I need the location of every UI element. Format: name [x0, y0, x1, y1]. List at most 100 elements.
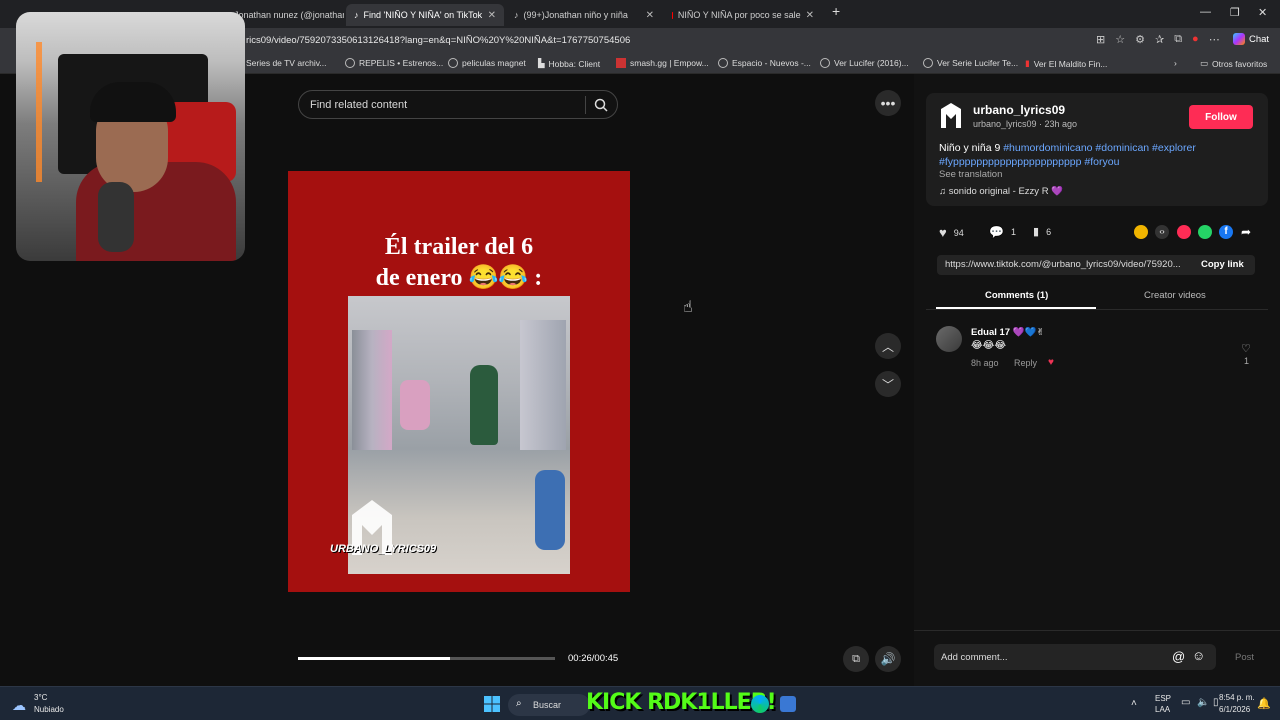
more-icon[interactable]: ⋯ [1209, 33, 1220, 46]
progress-fill [298, 657, 450, 660]
floating-player-icon[interactable]: ⧉ [843, 646, 869, 672]
comment-input[interactable]: Add comment... @ ☺ [934, 644, 1216, 670]
copy-link-button[interactable]: Copy link [1201, 259, 1244, 270]
mouse-cursor-icon: ☝ [683, 299, 693, 316]
search-input[interactable]: Find related content [298, 90, 618, 119]
more-options-icon[interactable]: ••• [875, 90, 901, 116]
restore-icon[interactable]: ❐ [1230, 6, 1240, 19]
new-tab-button[interactable]: + [832, 3, 840, 19]
bookmark-label: Ver El Maldito Fin... [1033, 58, 1108, 69]
whatsapp-icon[interactable] [1198, 225, 1212, 239]
see-translation-link[interactable]: See translation [939, 169, 1002, 180]
store-shelf [352, 330, 392, 450]
clock-time[interactable]: 8:54 p. m. [1219, 693, 1255, 702]
tab-tiktok-find[interactable]: ♪ Find 'NIÑO Y NIÑA' on TikTok ✕ [346, 4, 504, 26]
star-icon[interactable]: ☆ [1115, 33, 1125, 46]
bookmark-item[interactable]: peliculas magnet [448, 58, 526, 68]
network-icon[interactable]: ▭ [1181, 697, 1190, 708]
comment-author[interactable]: Edual 17 💜💙✌ [971, 327, 1044, 338]
windows-start-icon[interactable] [484, 696, 500, 712]
close-icon[interactable]: ✕ [646, 10, 654, 21]
store-icon[interactable] [780, 696, 796, 712]
close-icon[interactable]: ✕ [488, 10, 496, 21]
language-code[interactable]: ESP [1155, 694, 1171, 703]
close-icon[interactable]: ✕ [806, 10, 814, 21]
chevron-up-icon[interactable]: ︿ [875, 333, 901, 359]
video-progress-bar[interactable] [298, 657, 555, 660]
battery-icon[interactable]: ▯ [1213, 697, 1219, 708]
volume-icon[interactable]: 🔊 [875, 646, 901, 672]
hobba-icon: ▙ [538, 58, 545, 68]
like-button[interactable]: ♥ 94 [939, 225, 964, 240]
comment-like-icon[interactable]: ♡ [1241, 342, 1251, 355]
bookmark-item[interactable]: ▙ Hobba: Client [538, 58, 600, 69]
weather-temp[interactable]: 3°C [34, 693, 47, 702]
bookmark-label: REPELIS • Estrenos... [359, 58, 444, 68]
minimize-icon[interactable]: — [1200, 6, 1211, 18]
coin-icon[interactable] [1134, 225, 1148, 239]
mention-icon[interactable]: @ [1172, 649, 1185, 664]
apps-icon[interactable]: ⊞ [1096, 33, 1105, 46]
chevron-down-icon[interactable]: ﹀ [875, 371, 901, 397]
chevron-up-icon[interactable]: ˄ [1131, 698, 1137, 709]
bookmark-label: Otros favoritos [1212, 58, 1268, 69]
hashtag-link[interactable]: #humordominicano #dominican #explorer [1003, 142, 1196, 154]
search-icon[interactable] [594, 98, 608, 112]
emoji-icon[interactable]: ☺ [1192, 648, 1205, 663]
extensions-icon[interactable]: ⚙ [1135, 33, 1145, 46]
comment-text: 😂😂😂 [971, 340, 1007, 351]
tab-comments[interactable]: Comments (1) [985, 290, 1048, 301]
commenter-avatar[interactable] [936, 326, 962, 352]
tab-creator-videos[interactable]: Creator videos [1144, 290, 1206, 301]
favorites-icon[interactable]: ✰ [1155, 33, 1164, 46]
taskbar-search[interactable]: ⌕ Buscar [508, 694, 590, 716]
collections-icon[interactable]: ⧉ [1174, 33, 1182, 46]
post-comment-button[interactable]: Post [1235, 652, 1254, 663]
hashtag-link[interactable]: #fypppppppppppppppppppppp #foryou [939, 156, 1119, 168]
facebook-icon[interactable]: f [1219, 225, 1233, 239]
follow-button[interactable]: Follow [1189, 105, 1253, 129]
share-arrow-icon[interactable]: ➦ [1241, 225, 1251, 239]
person [535, 470, 565, 550]
tab-label: Jonathan nunez (@jonathan [234, 10, 344, 20]
globe-icon [923, 58, 933, 68]
tab-jonathan-nino[interactable]: ♪ (99+)Jonathan niño y niña ✕ [506, 4, 662, 26]
send-icon[interactable] [1177, 225, 1191, 239]
music-link[interactable]: ♫ sonido original - Ezzy R 💜 [939, 186, 1063, 197]
bookmark-item[interactable]: Series de TV archiv... [246, 58, 326, 68]
red-icon: ▮ [1025, 58, 1030, 68]
divider [914, 630, 1280, 631]
username[interactable]: urbano_lyrics09 [973, 103, 1065, 117]
notification-icon[interactable]: 🔔 [1257, 697, 1271, 710]
speaker-icon[interactable]: 🔈 [1197, 697, 1209, 708]
tab-label: NIÑO Y NIÑA por poco se sale [677, 10, 801, 20]
bookmark-item[interactable]: Ver Serie Lucifer Te... [923, 58, 1018, 68]
close-window-icon[interactable]: ✕ [1258, 6, 1267, 19]
comment-button[interactable]: 💬 1 [989, 225, 1016, 239]
embed-icon[interactable]: ‹› [1155, 225, 1169, 239]
url-text[interactable]: rics09/video/7592073350613126418?lang=en… [246, 35, 630, 46]
microphone [98, 182, 134, 252]
bookmark-item[interactable]: ▮ Ver El Maldito Fin... [1025, 58, 1107, 69]
bookmark-item[interactable]: Espacio - Nuevos -... [718, 58, 811, 68]
reply-button[interactable]: Reply [1014, 358, 1037, 368]
kick-overlay: KICK RDK1LLER! [586, 690, 777, 715]
comment-icon: 💬 [989, 225, 1004, 239]
profile-avatar[interactable] [937, 101, 965, 131]
tab-youtube-nino[interactable]: NIÑO Y NIÑA por poco se sale ✕ [664, 4, 822, 26]
post-link[interactable]: https://www.tiktok.com/@urbano_lyrics09/… [945, 259, 1181, 270]
tab-label: (99+)Jonathan niño y niña [523, 10, 628, 20]
extension-red-icon[interactable]: ● [1192, 33, 1199, 46]
video-time: 00:26/00:45 [568, 653, 619, 664]
other-favorites[interactable]: ▭ Otros favoritos [1200, 58, 1267, 69]
clock-date: 6/1/2026 [1219, 705, 1251, 714]
copilot-chat-button[interactable]: Chat [1233, 33, 1269, 45]
bookmark-item[interactable]: REPELIS • Estrenos... [345, 58, 443, 68]
bookmark-item[interactable]: Ver Lucifer (2016)... [820, 58, 909, 68]
edge-icon[interactable] [751, 695, 769, 713]
bookmark-item[interactable]: smash.gg | Empow... [616, 58, 709, 68]
chevron-right-icon[interactable]: › [1174, 58, 1177, 68]
chat-label: Chat [1249, 33, 1270, 45]
heart-icon: ♥ [939, 225, 947, 240]
save-button[interactable]: ▮ 6 [1033, 225, 1051, 238]
